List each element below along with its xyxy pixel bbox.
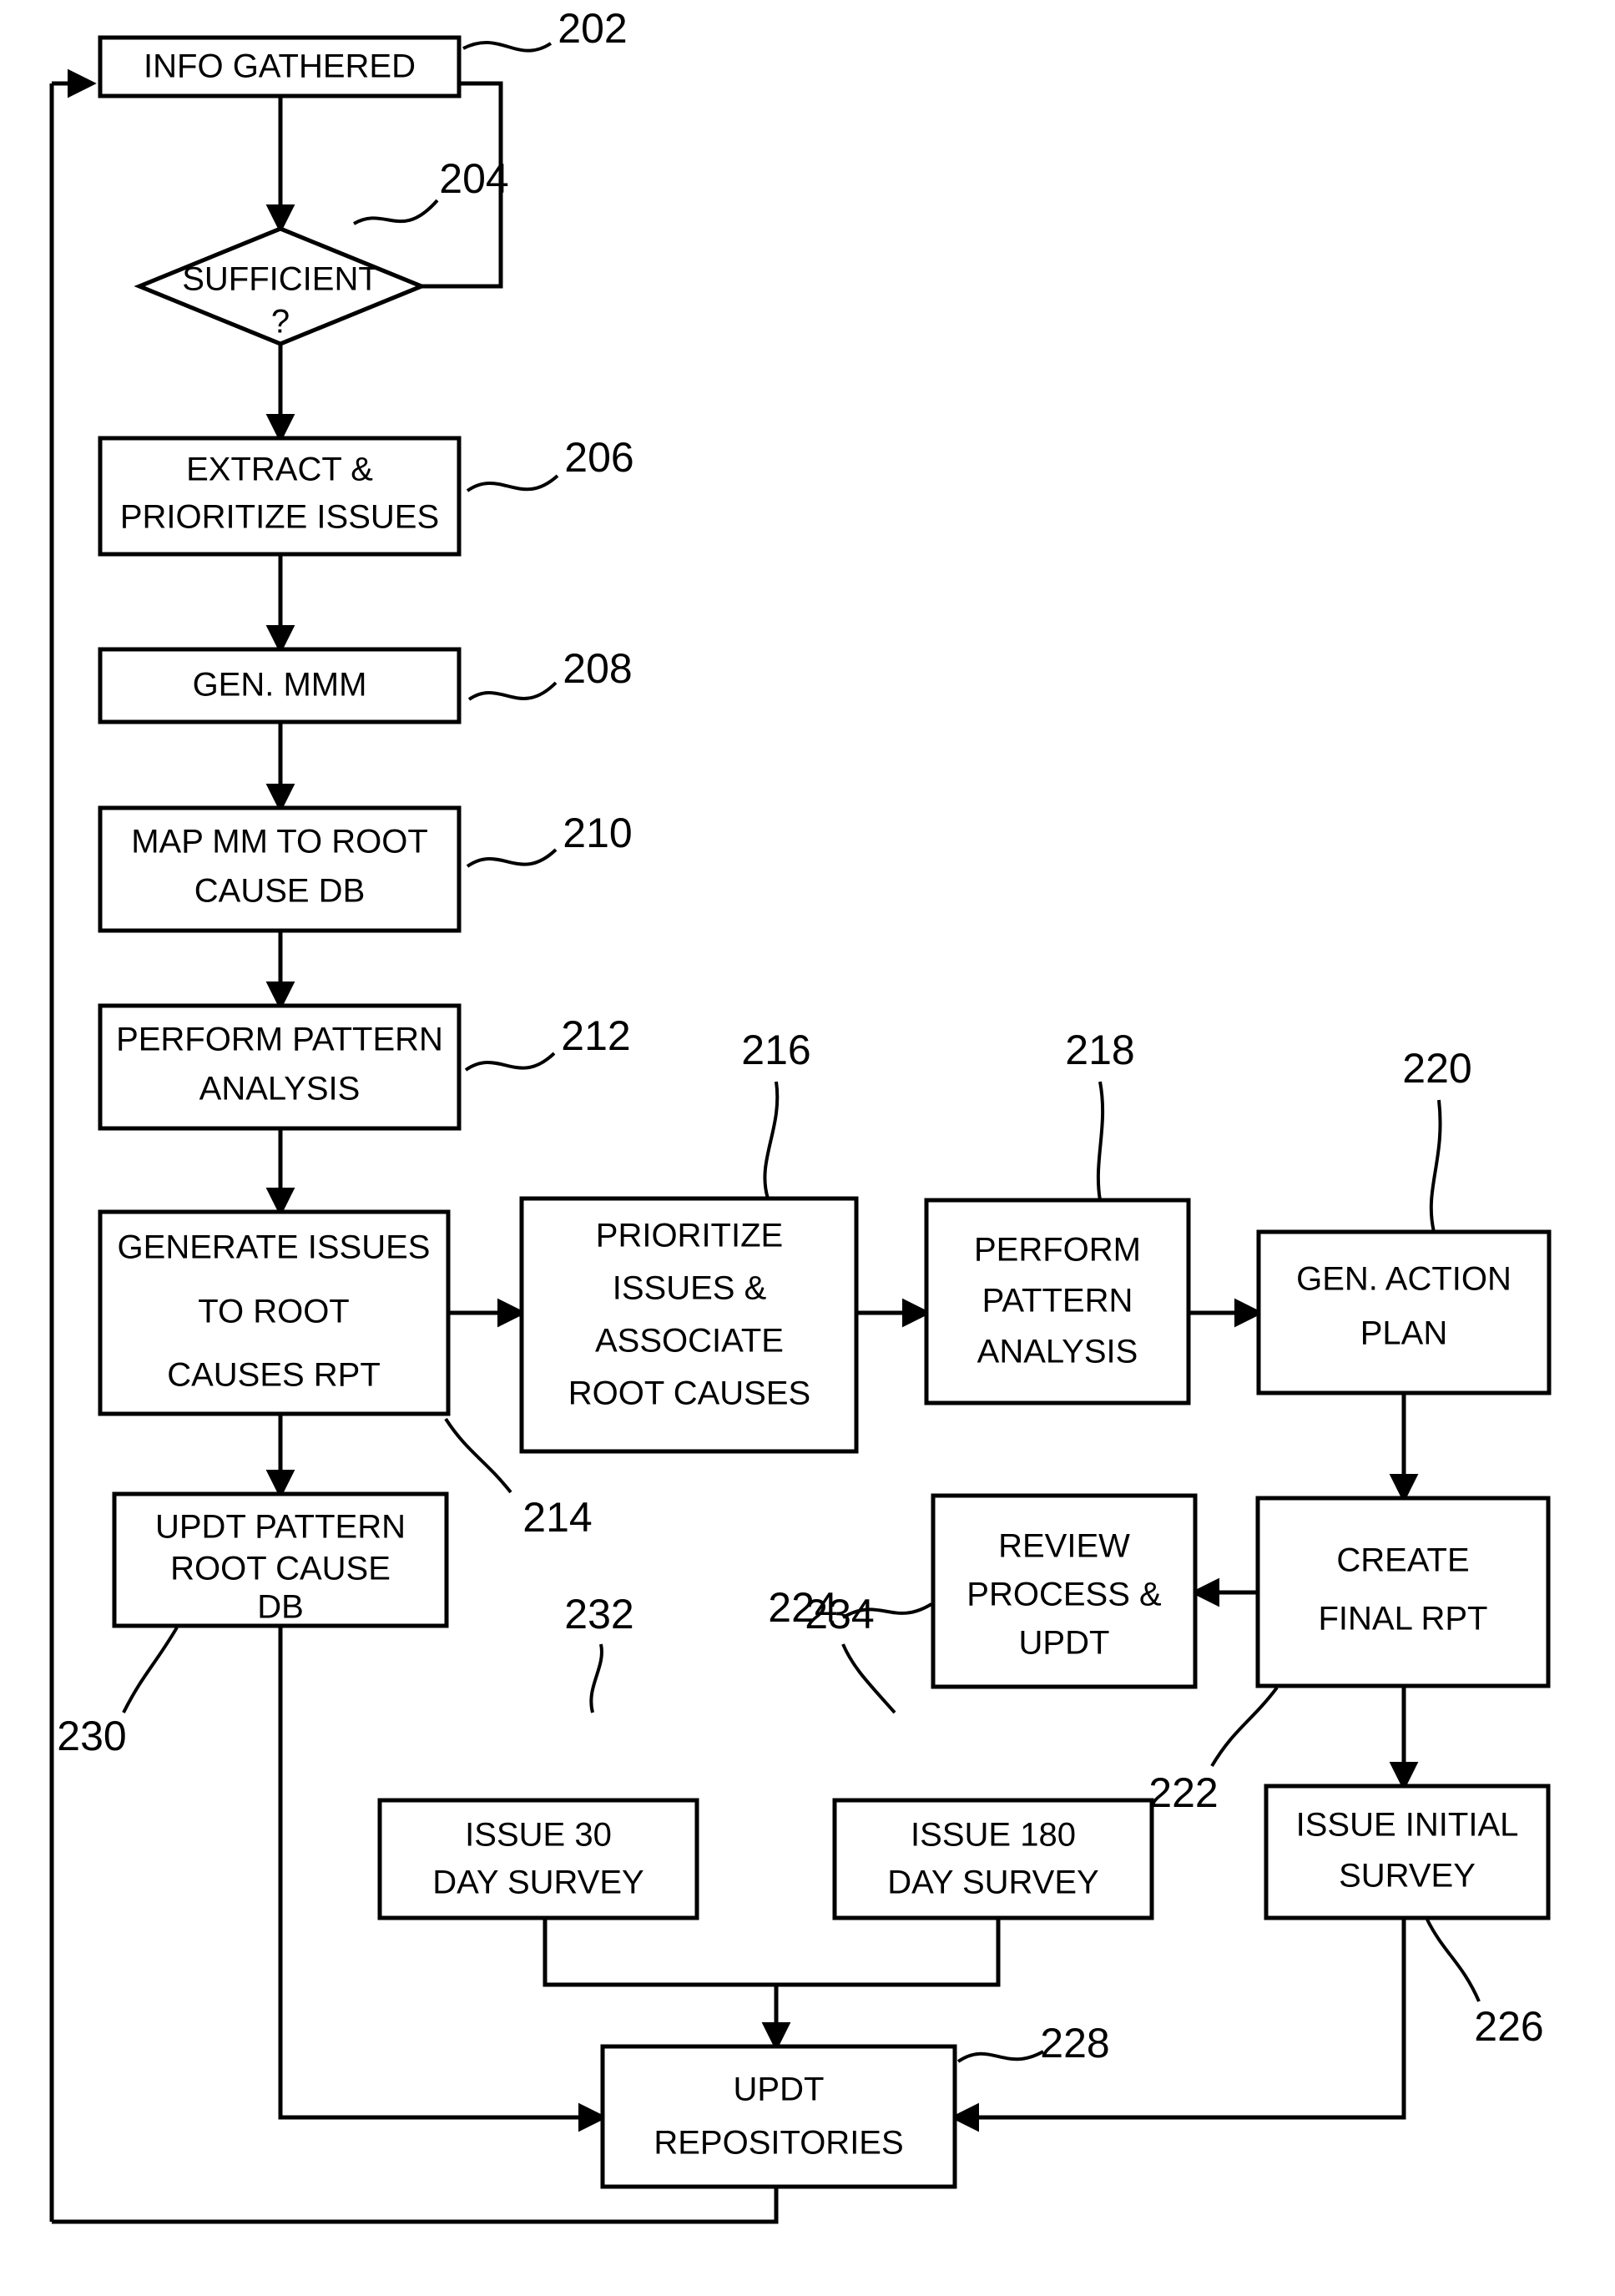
node-updtpattern-label-3: DB — [257, 1589, 304, 1626]
ref-number-230: 230 — [57, 1713, 126, 1759]
connector-initialsurvey-to-repositories — [950, 1918, 1406, 2132]
node-map-mm-to-root-cause-db[interactable]: MAP MM TO ROOT CAUSE DB — [98, 805, 462, 933]
node-sufficient-decision[interactable]: SUFFICIENT ? — [134, 226, 427, 346]
node-review-process-updt[interactable]: REVIEW PROCESS & UPDT — [931, 1493, 1198, 1689]
leader-206 — [466, 474, 559, 492]
ref-number-204: 204 — [439, 155, 508, 202]
node-genissues-label-2: TO ROOT — [198, 1294, 349, 1330]
node-prioritize-label-3: ASSOCIATE — [595, 1323, 784, 1360]
ref-number-206: 206 — [564, 434, 633, 481]
leader-204 — [352, 199, 439, 225]
node-createfinal-box[interactable] — [1255, 1496, 1551, 1688]
leader-216 — [763, 1081, 780, 1199]
node-ppa2-label-1: PERFORM — [974, 1232, 1141, 1269]
connector-issue30-to-merge — [543, 1918, 776, 1987]
node-sufficient-label-1: SUFFICIENT — [182, 261, 379, 298]
ref-number-234: 234 — [805, 1591, 874, 1637]
node-extract-prioritize[interactable]: EXTRACT & PRIORITIZE ISSUES — [98, 436, 462, 557]
node-prioritize-label-1: PRIORITIZE — [596, 1218, 783, 1254]
connector-repositories-to-left-rail — [52, 2187, 779, 2224]
node-prioritize-label-4: ROOT CAUSES — [568, 1375, 810, 1412]
ref-number-220: 220 — [1402, 1045, 1471, 1092]
leader-218 — [1096, 1081, 1105, 1201]
node-prioritize-issues-associate-root-causes[interactable]: PRIORITIZE ISSUES & ASSOCIATE ROOT CAUSE… — [519, 1196, 859, 1454]
node-ppa1-label-1: PERFORM PATTERN — [116, 1022, 443, 1058]
node-review-label-1: REVIEW — [998, 1528, 1130, 1565]
node-ppa2-label-3: ANALYSIS — [977, 1334, 1138, 1370]
leader-232 — [589, 1643, 603, 1713]
leader-214 — [444, 1417, 512, 1494]
ref-number-216: 216 — [741, 1027, 810, 1073]
node-generate-issues-to-root-causes-rpt[interactable]: GENERATE ISSUES TO ROOT CAUSES RPT — [98, 1209, 451, 1416]
ref-number-210: 210 — [563, 810, 632, 856]
node-gen-action-plan[interactable]: GEN. ACTION PLAN — [1256, 1229, 1552, 1395]
node-issue30-label-1: ISSUE 30 — [465, 1817, 612, 1854]
node-ppa2-label-2: PATTERN — [982, 1283, 1133, 1320]
ref-number-232: 232 — [564, 1591, 633, 1637]
node-map-mm-label-2: CAUSE DB — [194, 873, 366, 910]
node-prioritize-label-2: ISSUES & — [613, 1270, 767, 1307]
leader-212 — [464, 1052, 556, 1072]
node-create-final-rpt[interactable]: CREATE FINAL RPT — [1255, 1496, 1551, 1688]
node-gen-mmm[interactable]: GEN. MMM — [98, 647, 462, 724]
flowchart-canvas: INFO GATHERED SUFFICIENT ? EXTRACT & PRI… — [49, 5, 1552, 2224]
node-updtpattern-label-1: UPDT PATTERN — [155, 1509, 406, 1546]
leader-220 — [1429, 1099, 1442, 1233]
node-ppa1-label-2: ANALYSIS — [199, 1071, 361, 1108]
node-issue-30-day-survey[interactable]: ISSUE 30 DAY SURVEY — [377, 1798, 699, 1920]
node-genaction-label-2: PLAN — [1360, 1315, 1448, 1352]
node-map-mm-label-1: MAP MM TO ROOT — [131, 824, 428, 860]
node-info-gathered-label-1: INFO GATHERED — [144, 48, 416, 85]
ref-number-222: 222 — [1148, 1769, 1218, 1816]
node-perform-pattern-analysis-2[interactable]: PERFORM PATTERN ANALYSIS — [924, 1198, 1191, 1405]
node-genaction-box[interactable] — [1256, 1229, 1552, 1395]
patent-flowchart-figure: INFO GATHERED SUFFICIENT ? EXTRACT & PRI… — [0, 0, 1615, 2296]
node-review-label-2: PROCESS & — [966, 1577, 1162, 1613]
ref-number-214: 214 — [522, 1494, 592, 1541]
leader-202 — [462, 40, 553, 53]
leader-234 — [841, 1643, 896, 1714]
node-perform-pattern-analysis-1[interactable]: PERFORM PATTERN ANALYSIS — [98, 1003, 462, 1131]
ref-number-212: 212 — [561, 1012, 630, 1059]
ref-number-226: 226 — [1474, 2003, 1543, 2050]
node-issue-180-day-survey[interactable]: ISSUE 180 DAY SURVEY — [832, 1798, 1154, 1920]
ref-number-228: 228 — [1040, 2020, 1109, 2066]
node-issue30-label-2: DAY SURVEY — [432, 1865, 643, 1901]
node-createfinal-label-2: FINAL RPT — [1319, 1601, 1488, 1637]
node-gen-mmm-label-1: GEN. MMM — [193, 667, 367, 704]
node-issue180-label-2: DAY SURVEY — [887, 1865, 1098, 1901]
node-review-label-3: UPDT — [1019, 1625, 1110, 1662]
ref-number-202: 202 — [558, 5, 627, 52]
node-info-gathered[interactable]: INFO GATHERED — [98, 35, 462, 98]
node-issue-initial-survey[interactable]: ISSUE INITIAL SURVEY — [1264, 1784, 1551, 1920]
node-updtrepo-label-1: UPDT — [734, 2071, 825, 2108]
node-createfinal-label-1: CREATE — [1336, 1542, 1469, 1579]
leader-228 — [956, 2050, 1044, 2063]
ref-number-208: 208 — [563, 645, 632, 692]
node-updtpattern-label-2: ROOT CAUSE — [170, 1551, 391, 1587]
node-genissues-label-3: CAUSES RPT — [167, 1357, 381, 1394]
node-updtrepo-label-2: REPOSITORIES — [654, 2125, 903, 2162]
leader-208 — [467, 681, 558, 701]
leader-222 — [1210, 1686, 1279, 1768]
ref-number-218: 218 — [1065, 1027, 1134, 1073]
leader-230 — [122, 1626, 179, 1713]
node-sufficient-label-2: ? — [271, 304, 290, 341]
node-genissues-label-1: GENERATE ISSUES — [118, 1229, 431, 1266]
node-updt-repositories[interactable]: UPDT REPOSITORIES — [600, 2044, 957, 2189]
node-updt-pattern-root-cause-db[interactable]: UPDT PATTERN ROOT CAUSE DB — [112, 1491, 449, 1628]
node-extract-label-1: EXTRACT & — [186, 452, 373, 488]
node-updtrepo-box[interactable] — [600, 2044, 957, 2189]
connectors — [49, 68, 1419, 2224]
node-extract-label-2: PRIORITIZE ISSUES — [120, 499, 439, 536]
node-initialsurvey-label-1: ISSUE INITIAL — [1296, 1807, 1519, 1844]
connector-issue180-to-merge — [776, 1918, 1001, 1987]
leader-226 — [1426, 1919, 1481, 2002]
node-genaction-label-1: GEN. ACTION — [1296, 1261, 1512, 1298]
leader-210 — [466, 848, 558, 868]
node-issue180-label-1: ISSUE 180 — [911, 1817, 1076, 1854]
node-initialsurvey-label-2: SURVEY — [1339, 1858, 1476, 1895]
